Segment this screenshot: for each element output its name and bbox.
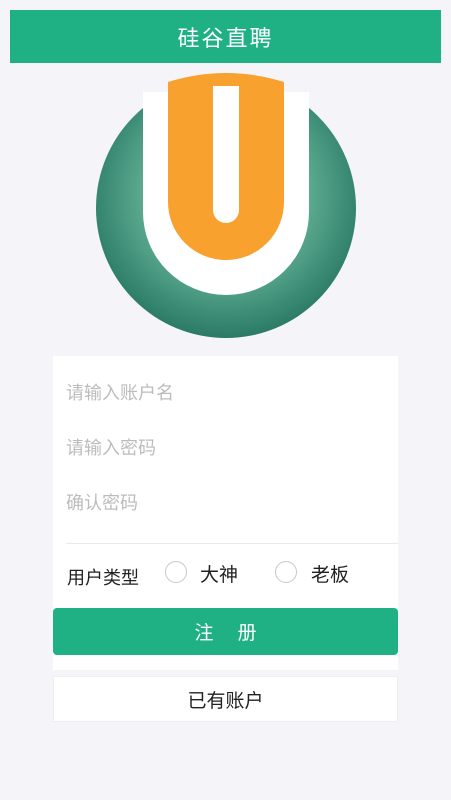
register-form: 用户类型 大神 老板 注册 <box>53 356 398 670</box>
have-account-button[interactable]: 已有账户 <box>53 676 398 722</box>
nav-bar: 硅谷直聘 <box>10 10 441 63</box>
radio-laoban-label[interactable]: 老板 <box>311 560 349 587</box>
radio-dashen[interactable] <box>165 561 187 583</box>
user-type-label: 用户类型 <box>67 568 139 589</box>
username-row <box>53 366 398 420</box>
radio-laoban[interactable] <box>275 561 297 583</box>
confirm-password-row <box>53 476 398 530</box>
radio-dashen-label[interactable]: 大神 <box>200 560 238 587</box>
divider <box>66 543 398 544</box>
u-logo-icon <box>96 72 356 338</box>
password-row <box>53 421 398 475</box>
username-input[interactable] <box>64 381 388 405</box>
register-button[interactable]: 注册 <box>53 608 398 655</box>
password-input[interactable] <box>64 436 388 460</box>
confirm-password-input[interactable] <box>64 491 388 515</box>
app-title: 硅谷直聘 <box>177 26 274 52</box>
user-type-row: 用户类型 大神 老板 <box>53 552 398 598</box>
